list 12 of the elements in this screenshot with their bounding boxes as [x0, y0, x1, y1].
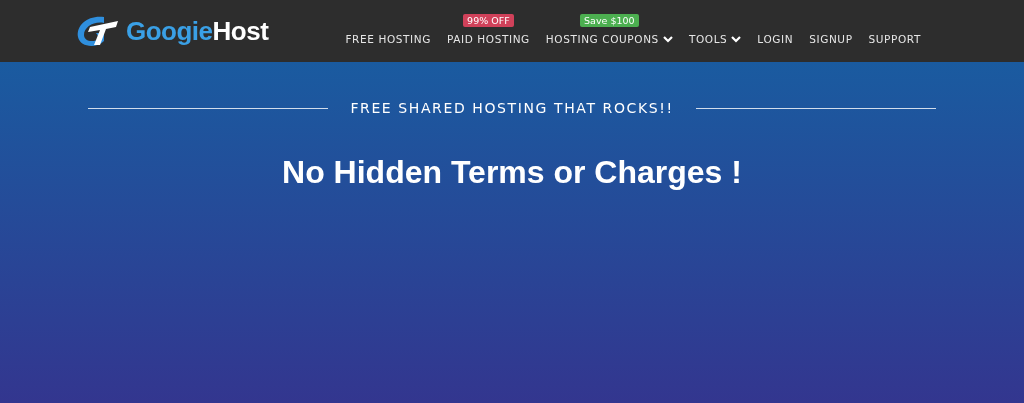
nav-link[interactable]: PAID HOSTING — [438, 33, 538, 45]
nav-link[interactable]: SIGNUP — [801, 33, 861, 45]
tagline: FREE SHARED HOSTING THAT ROCKS!! — [350, 100, 674, 116]
nav-link[interactable]: SUPPORT — [860, 33, 929, 45]
logo-text[interactable]: GoogieHost — [126, 15, 269, 47]
nav-link[interactable]: LOGIN — [749, 33, 802, 45]
badge: Save $100 — [580, 13, 639, 27]
nav-link[interactable]: FREE HOSTING — [337, 33, 439, 45]
nav-link[interactable]: HOSTING COUPONS — [537, 33, 681, 45]
hero-heading: No Hidden Terms or Charges ! — [282, 154, 742, 191]
nav-link[interactable]: TOOLS — [680, 33, 750, 45]
badge: 99% OFF — [463, 13, 514, 27]
